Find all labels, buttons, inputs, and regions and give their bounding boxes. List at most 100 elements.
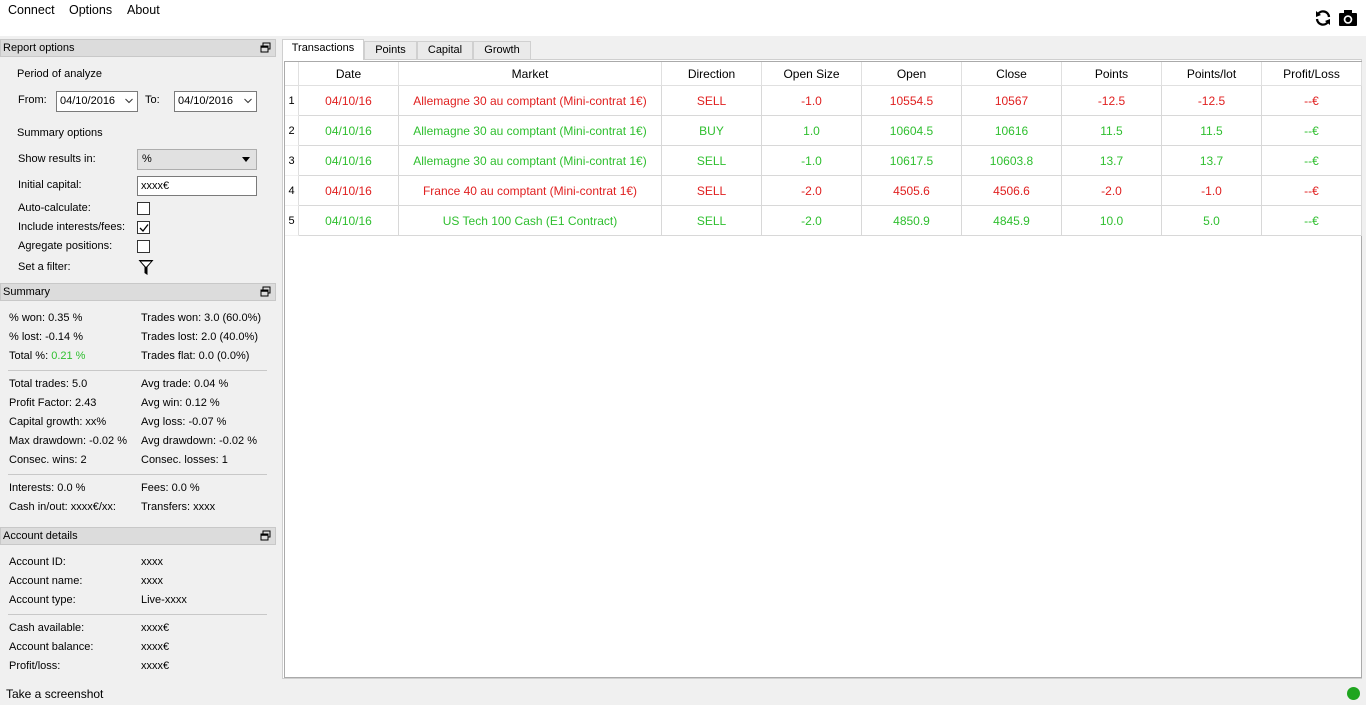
table-cell-points-per-lot[interactable]: 13.7 — [1162, 146, 1262, 176]
table-cell-open[interactable]: 4850.9 — [862, 206, 962, 236]
max-drawdown: Max drawdown: -0.02 % — [9, 435, 127, 447]
summary-title: Summary — [0, 283, 276, 301]
table-cell-market[interactable]: France 40 au comptant (Mini-contrat 1€) — [399, 176, 662, 206]
float-icon[interactable] — [260, 286, 271, 297]
menu-about[interactable]: About — [127, 3, 160, 17]
interests: Interests: 0.0 % — [9, 482, 86, 494]
table-cell-close[interactable]: 10616 — [962, 116, 1062, 146]
table-cell-open[interactable]: 10604.5 — [862, 116, 962, 146]
refresh-button[interactable] — [1313, 8, 1333, 28]
table-cell-open[interactable]: 10617.5 — [862, 146, 962, 176]
float-icon[interactable] — [260, 42, 271, 53]
include-fees-checkbox[interactable] — [137, 221, 150, 234]
separator — [8, 370, 267, 371]
account-name-value: xxxx — [141, 575, 163, 587]
table-cell-market[interactable]: US Tech 100 Cash (E1 Contract) — [399, 206, 662, 236]
account-type-label: Account type: — [9, 594, 76, 606]
menu-connect[interactable]: Connect — [8, 3, 55, 17]
table-cell-open[interactable]: 10554.5 — [862, 86, 962, 116]
initial-capital-input[interactable]: xxxx€ — [137, 176, 257, 196]
transactions-table[interactable]: Date Market Direction Open Size Open Close Poi… — [284, 61, 1362, 678]
column-header-market[interactable]: Market — [399, 62, 662, 86]
auto-calculate-checkbox[interactable] — [137, 202, 150, 215]
to-label: To: — [145, 94, 160, 106]
tab-growth[interactable]: Growth — [473, 41, 531, 59]
column-header-points-per-lot[interactable]: Points/lot — [1162, 62, 1262, 86]
column-header-date[interactable]: Date — [299, 62, 399, 86]
table-cell-points[interactable]: -2.0 — [1062, 176, 1162, 206]
table-cell-points-per-lot[interactable]: 5.0 — [1162, 206, 1262, 236]
table-cell-date[interactable]: 04/10/16 — [299, 206, 399, 236]
connection-status-icon — [1347, 687, 1360, 700]
table-cell-market[interactable]: Allemagne 30 au comptant (Mini-contrat 1… — [399, 86, 662, 116]
table-cell-open[interactable]: 4505.6 — [862, 176, 962, 206]
table-cell-open-size[interactable]: -1.0 — [762, 146, 862, 176]
column-header-points[interactable]: Points — [1062, 62, 1162, 86]
chevron-down-icon — [244, 98, 252, 104]
camera-icon — [1339, 10, 1357, 26]
table-cell-points[interactable]: -12.5 — [1062, 86, 1162, 116]
table-cell-date[interactable]: 04/10/16 — [299, 176, 399, 206]
table-cell-direction[interactable]: SELL — [662, 86, 762, 116]
table-cell-points-per-lot[interactable]: 11.5 — [1162, 116, 1262, 146]
column-header-open-size[interactable]: Open Size — [762, 62, 862, 86]
tab-capital[interactable]: Capital — [417, 41, 473, 59]
table-cell-date[interactable]: 04/10/16 — [299, 116, 399, 146]
table-cell-points[interactable]: 13.7 — [1062, 146, 1162, 176]
table-cell-points-per-lot[interactable]: -12.5 — [1162, 86, 1262, 116]
table-cell-close[interactable]: 4845.9 — [962, 206, 1062, 236]
float-icon[interactable] — [260, 530, 271, 541]
table-cell-profit-loss[interactable]: --€ — [1262, 116, 1362, 146]
table-cell-profit-loss[interactable]: --€ — [1262, 176, 1362, 206]
column-header-direction[interactable]: Direction — [662, 62, 762, 86]
table-cell-points[interactable]: 10.0 — [1062, 206, 1162, 236]
table-cell-direction[interactable]: SELL — [662, 206, 762, 236]
aggregate-label: Agregate positions: — [18, 240, 113, 252]
app-window: Connect Options About Report options Per… — [0, 0, 1366, 705]
account-balance-label: Account balance: — [9, 641, 94, 653]
table-cell-profit-loss[interactable]: --€ — [1262, 206, 1362, 236]
column-header-profit-loss[interactable]: Profit/Loss — [1262, 62, 1362, 86]
table-cell-points-per-lot[interactable]: -1.0 — [1162, 176, 1262, 206]
aggregate-checkbox[interactable] — [137, 240, 150, 253]
filter-icon[interactable] — [138, 259, 154, 276]
table-cell-close[interactable]: 4506.6 — [962, 176, 1062, 206]
table-cell-close[interactable]: 10567 — [962, 86, 1062, 116]
table-cell-direction[interactable]: SELL — [662, 176, 762, 206]
screenshot-button[interactable] — [1338, 8, 1358, 28]
table-cell-date[interactable]: 04/10/16 — [299, 86, 399, 116]
cash-inout: Cash in/out: xxxx€/xx: — [9, 501, 116, 513]
table-cell-direction[interactable]: BUY — [662, 116, 762, 146]
tab-transactions[interactable]: Transactions — [282, 39, 364, 60]
table-cell-close[interactable]: 10603.8 — [962, 146, 1062, 176]
table-cell-profit-loss[interactable]: --€ — [1262, 146, 1362, 176]
status-message: Take a screenshot — [6, 687, 104, 701]
row-header[interactable]: 2 — [285, 116, 299, 146]
account-type-value: Live-xxxx — [141, 594, 187, 606]
table-cell-points[interactable]: 11.5 — [1062, 116, 1162, 146]
table-cell-direction[interactable]: SELL — [662, 146, 762, 176]
table-cell-open-size[interactable]: -2.0 — [762, 206, 862, 236]
table-cell-profit-loss[interactable]: --€ — [1262, 86, 1362, 116]
fees: Fees: 0.0 % — [141, 482, 200, 494]
row-header[interactable]: 5 — [285, 206, 299, 236]
table-cell-date[interactable]: 04/10/16 — [299, 146, 399, 176]
table-cell-market[interactable]: Allemagne 30 au comptant (Mini-contrat 1… — [399, 116, 662, 146]
table-cell-open-size[interactable]: -1.0 — [762, 86, 862, 116]
tab-points[interactable]: Points — [364, 41, 417, 59]
column-header-close[interactable]: Close — [962, 62, 1062, 86]
initial-capital-label: Initial capital: — [18, 179, 82, 191]
column-header-open[interactable]: Open — [862, 62, 962, 86]
row-header[interactable]: 4 — [285, 176, 299, 206]
table-cell-open-size[interactable]: -2.0 — [762, 176, 862, 206]
row-header[interactable]: 1 — [285, 86, 299, 116]
table-cell-market[interactable]: Allemagne 30 au comptant (Mini-contrat 1… — [399, 146, 662, 176]
table-cell-open-size[interactable]: 1.0 — [762, 116, 862, 146]
from-date-input[interactable]: 04/10/2016 — [56, 91, 138, 112]
show-results-select[interactable]: % — [137, 149, 257, 170]
menubar: Connect Options About — [0, 0, 1366, 36]
profit-factor: Profit Factor: 2.43 — [9, 397, 97, 409]
row-header[interactable]: 3 — [285, 146, 299, 176]
to-date-input[interactable]: 04/10/2016 — [174, 91, 257, 112]
menu-options[interactable]: Options — [69, 3, 112, 17]
